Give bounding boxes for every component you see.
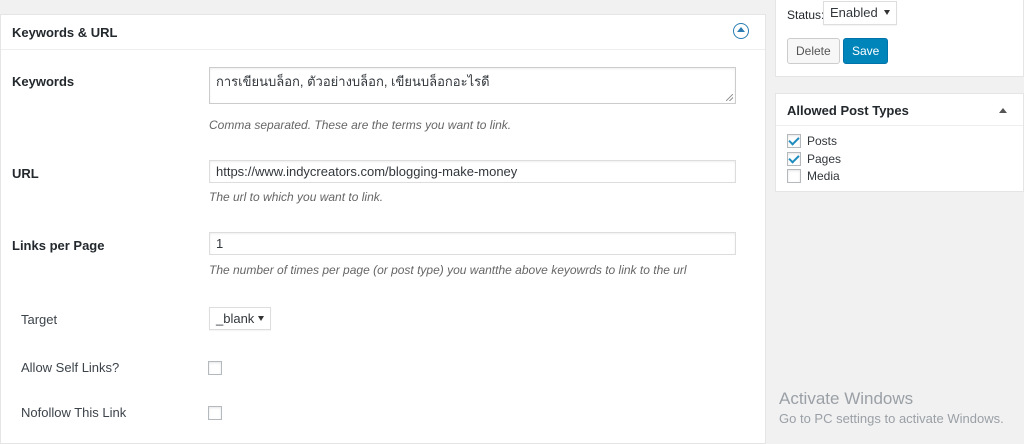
allowed-post-types-box: Allowed Post Types Posts Pages Media (775, 93, 1024, 192)
target-label: Target (21, 312, 58, 327)
post-type-posts-checkbox[interactable] (787, 134, 801, 148)
allow-self-links-checkbox[interactable] (208, 361, 222, 375)
collapse-arrow-icon[interactable] (999, 108, 1007, 113)
nofollow-label: Nofollow This Link (21, 405, 127, 420)
post-types-header[interactable]: Allowed Post Types (776, 94, 1023, 126)
post-type-media-checkbox[interactable] (787, 169, 801, 183)
target-select[interactable]: _blank (209, 307, 271, 330)
chevron-down-icon (258, 316, 264, 321)
post-type-media-label: Media (807, 169, 840, 183)
activate-windows-title: Activate Windows (779, 389, 914, 408)
collapse-toggle-icon[interactable] (733, 23, 749, 39)
post-type-pages-label: Pages (807, 152, 842, 166)
status-value: Enabled (830, 5, 878, 20)
post-type-posts-label: Posts (807, 134, 838, 148)
delete-button[interactable]: Delete (787, 38, 840, 64)
allow-self-links-label: Allow Self Links? (21, 360, 120, 375)
url-label: URL (12, 166, 39, 181)
links-per-page-description: The number of times per page (or post ty… (209, 263, 687, 277)
keywords-url-panel: Keywords & URL Keywords การเขียนบล็อก, ต… (0, 14, 766, 444)
post-type-pages-checkbox[interactable] (787, 152, 801, 166)
url-value: https://www.indycreators.com/blogging-ma… (216, 164, 518, 179)
keywords-description: Comma separated. These are the terms you… (209, 118, 512, 132)
url-description: The url to which you want to link. (209, 190, 384, 204)
post-types-title: Allowed Post Types (787, 103, 909, 118)
activate-windows-subtitle: Go to PC settings to activate Windows. (779, 411, 1004, 426)
keywords-value: การเขียนบล็อก, ตัวอย่างบล็อก, เขียนบล็อก… (216, 74, 490, 89)
chevron-down-icon (884, 10, 890, 15)
links-per-page-input[interactable]: 1 (209, 232, 736, 255)
panel-title: Keywords & URL (12, 25, 118, 40)
publish-box: Status: Enabled Delete Save (775, 0, 1024, 77)
save-button[interactable]: Save (843, 38, 889, 64)
url-input[interactable]: https://www.indycreators.com/blogging-ma… (209, 160, 736, 183)
panel-header: Keywords & URL (1, 15, 765, 50)
nofollow-checkbox[interactable] (208, 406, 222, 420)
keywords-textarea[interactable]: การเขียนบล็อก, ตัวอย่างบล็อก, เขียนบล็อก… (209, 67, 736, 104)
status-select[interactable]: Enabled (823, 1, 897, 25)
links-per-page-label: Links per Page (12, 238, 105, 253)
status-label: Status: (787, 8, 825, 22)
resize-handle-icon[interactable] (726, 94, 733, 101)
target-selected: _blank (216, 311, 255, 326)
links-per-page-value: 1 (216, 236, 224, 251)
keywords-label: Keywords (12, 74, 75, 89)
